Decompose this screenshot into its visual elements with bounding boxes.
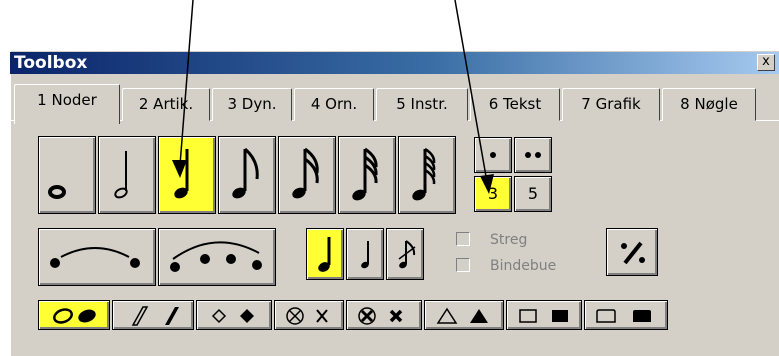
- quarter-note-stem-icon: [318, 237, 331, 272]
- double-dot-button[interactable]: [514, 137, 552, 173]
- single-dot-button[interactable]: [474, 137, 512, 173]
- notehead-rounded-square-button[interactable]: [584, 300, 668, 330]
- diamond-notehead-icon: [211, 308, 254, 324]
- tab-artik[interactable]: 2 Artik.: [122, 88, 210, 121]
- tie-icon: [50, 247, 140, 268]
- circle-x-notehead-icon: [358, 307, 403, 325]
- notehead-cross-button[interactable]: [274, 300, 344, 330]
- repeat-measure-button[interactable]: [606, 228, 658, 276]
- notehead-slash-button[interactable]: [112, 300, 194, 330]
- normal-stem-button[interactable]: [306, 228, 344, 280]
- thirty-second-note-icon: [352, 147, 378, 201]
- square-notehead-icon: [519, 309, 568, 323]
- tab-tekst[interactable]: 6 Tekst: [470, 88, 560, 121]
- sixty-fourth-note-icon: [412, 147, 436, 201]
- whole-note-icon: [48, 185, 66, 199]
- close-button[interactable]: x: [757, 54, 775, 71]
- notehead-circle-x-button[interactable]: [346, 300, 422, 330]
- cross-notehead-icon: [286, 307, 328, 325]
- half-note-icon: [114, 151, 128, 199]
- triplet-button[interactable]: 3: [474, 176, 512, 212]
- tab-orn[interactable]: 4 Orn.: [294, 88, 374, 121]
- slur-icon: [170, 241, 262, 272]
- sixteenth-note-button[interactable]: [278, 136, 336, 214]
- eighth-note-icon: [232, 147, 259, 199]
- title-bar[interactable]: [10, 52, 779, 74]
- double-dot-icon: [525, 152, 541, 158]
- notehead-square-button[interactable]: [506, 300, 582, 330]
- tab-noder[interactable]: 1 Noder: [14, 84, 120, 124]
- notehead-triangle-button[interactable]: [424, 300, 504, 330]
- sixteenth-note-icon: [292, 147, 319, 199]
- whole-note-button[interactable]: [38, 136, 96, 214]
- notehead-diamond-button[interactable]: [196, 300, 272, 330]
- simile-icon: [621, 241, 645, 265]
- grace-note-button[interactable]: [386, 228, 424, 280]
- half-note-button[interactable]: [98, 136, 156, 214]
- tab-nogle[interactable]: 8 Nøgle: [662, 88, 756, 121]
- dot-icon: [490, 152, 496, 158]
- tie-button[interactable]: [38, 228, 156, 286]
- slash-notehead-icon: [131, 306, 179, 326]
- grace-note-icon: [398, 240, 416, 269]
- quintuplet-button[interactable]: 5: [514, 176, 552, 212]
- rounded-square-notehead-icon: [596, 309, 651, 323]
- streg-checkbox[interactable]: [456, 232, 470, 246]
- sixty-fourth-note-button[interactable]: [398, 136, 456, 214]
- oval-notehead-icon: [53, 308, 96, 324]
- streg-label: Streg: [490, 232, 528, 248]
- tab-instr[interactable]: 5 Instr.: [376, 88, 468, 121]
- slur-button[interactable]: [158, 228, 276, 286]
- small-note-icon: [361, 241, 369, 269]
- small-note-button[interactable]: [346, 228, 384, 280]
- quarter-note-icon: [174, 149, 189, 199]
- eighth-note-button[interactable]: [218, 136, 276, 214]
- quarter-note-button[interactable]: [158, 136, 216, 214]
- tab-dyn[interactable]: 3 Dyn.: [212, 88, 292, 121]
- thirty-second-note-button[interactable]: [338, 136, 396, 214]
- window-title: Toolbox: [14, 53, 88, 73]
- notehead-normal-button[interactable]: [38, 300, 110, 330]
- bindebue-label: Bindebue: [490, 258, 557, 274]
- tab-grafik[interactable]: 7 Grafik: [562, 88, 660, 121]
- triangle-notehead-icon: [436, 307, 488, 324]
- bindebue-checkbox[interactable]: [456, 258, 470, 272]
